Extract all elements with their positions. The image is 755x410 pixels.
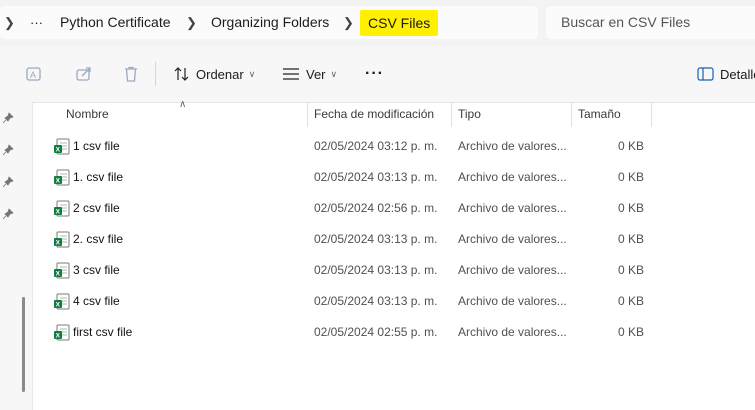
- column-date[interactable]: Fecha de modificación: [314, 102, 434, 127]
- svg-text:A: A: [30, 70, 36, 80]
- file-size: 0 KB: [617, 139, 644, 153]
- file-date: 02/05/2024 02:55 p. m.: [314, 325, 438, 339]
- pin-icon: [2, 144, 14, 156]
- navigation-pane[interactable]: [0, 102, 33, 410]
- search-input[interactable]: Buscar en CSV Files: [546, 6, 755, 39]
- svg-text:X: X: [56, 333, 61, 340]
- file-type: Archivo de valores...: [458, 201, 567, 215]
- pin-icon: [2, 208, 14, 220]
- file-type: Archivo de valores...: [458, 325, 567, 339]
- breadcrumb[interactable]: ❯ ··· Python Certificate ❯ Organizing Fo…: [0, 6, 538, 39]
- file-date: 02/05/2024 03:13 p. m.: [314, 263, 438, 277]
- column-size[interactable]: Tamaño: [578, 102, 621, 127]
- sort-icon: [173, 66, 190, 82]
- excel-csv-icon: X: [54, 200, 70, 217]
- file-name: 3 csv file: [73, 263, 120, 277]
- file-date: 02/05/2024 03:12 p. m.: [314, 139, 438, 153]
- svg-text:X: X: [56, 271, 61, 278]
- column-header: ∧ Nombre Fecha de modificación Tipo Tama…: [33, 99, 755, 127]
- file-row[interactable]: X 1. csv file 02/05/2024 03:13 p. m. Arc…: [33, 162, 755, 193]
- breadcrumb-current[interactable]: CSV Files: [360, 10, 439, 36]
- file-name: 4 csv file: [73, 294, 120, 308]
- details-label: Detalle: [720, 66, 755, 82]
- file-date: 02/05/2024 03:13 p. m.: [314, 170, 438, 184]
- file-row[interactable]: X first csv file 02/05/2024 02:55 p. m. …: [33, 317, 755, 348]
- sort-button[interactable]: Ordenar ∨: [173, 46, 255, 102]
- file-date: 02/05/2024 03:13 p. m.: [314, 294, 438, 308]
- column-divider[interactable]: [571, 102, 572, 127]
- details-pane-button[interactable]: Detalle: [697, 46, 755, 102]
- svg-text:X: X: [56, 147, 61, 154]
- file-name: 1. csv file: [73, 170, 124, 184]
- file-type: Archivo de valores...: [458, 232, 567, 246]
- command-bar: A Ordenar ∨ Ver ∨ ··· Detalle: [0, 46, 755, 103]
- delete-icon[interactable]: [122, 46, 140, 102]
- pin-icon: [2, 176, 14, 188]
- file-type: Archivo de valores...: [458, 139, 567, 153]
- view-icon: [283, 68, 299, 80]
- details-pane-icon: [697, 67, 714, 81]
- column-divider[interactable]: [451, 102, 452, 127]
- file-row[interactable]: X 1 csv file 02/05/2024 03:12 p. m. Arch…: [33, 131, 755, 162]
- share-icon[interactable]: [75, 46, 93, 102]
- file-type: Archivo de valores...: [458, 170, 567, 184]
- chevron-down-icon: ∨: [248, 68, 256, 79]
- excel-csv-icon: X: [54, 324, 70, 341]
- file-name: 1 csv file: [73, 139, 120, 153]
- chevron-right-icon[interactable]: ❯: [186, 6, 197, 39]
- column-divider[interactable]: [651, 102, 652, 127]
- file-size: 0 KB: [617, 201, 644, 215]
- file-type: Archivo de valores...: [458, 294, 567, 308]
- search-placeholder: Buscar en CSV Files: [561, 14, 691, 30]
- excel-csv-icon: X: [54, 138, 70, 155]
- excel-csv-icon: X: [54, 231, 70, 248]
- rename-icon[interactable]: A: [25, 46, 43, 102]
- chevron-right-icon[interactable]: ❯: [343, 6, 354, 39]
- svg-text:X: X: [56, 209, 61, 216]
- address-bar: ❯ ··· Python Certificate ❯ Organizing Fo…: [0, 0, 755, 46]
- file-size: 0 KB: [617, 325, 644, 339]
- excel-csv-icon: X: [54, 262, 70, 279]
- file-size: 0 KB: [617, 294, 644, 308]
- file-row[interactable]: X 3 csv file 02/05/2024 03:13 p. m. Arch…: [33, 255, 755, 286]
- file-date: 02/05/2024 02:56 p. m.: [314, 201, 438, 215]
- chevron-down-icon: ∨: [330, 68, 338, 79]
- toolbar-divider: [155, 62, 156, 86]
- svg-text:X: X: [56, 178, 61, 185]
- file-size: 0 KB: [617, 232, 644, 246]
- column-divider[interactable]: [307, 102, 308, 127]
- sort-ascending-icon: ∧: [179, 99, 187, 110]
- file-date: 02/05/2024 03:13 p. m.: [314, 232, 438, 246]
- file-row[interactable]: X 2 csv file 02/05/2024 02:56 p. m. Arch…: [33, 193, 755, 224]
- navigation-scrollbar[interactable]: [22, 297, 25, 392]
- sort-label: Ordenar: [196, 66, 244, 82]
- svg-text:X: X: [56, 302, 61, 309]
- excel-csv-icon: X: [54, 169, 70, 186]
- file-name: first csv file: [73, 325, 133, 339]
- column-type[interactable]: Tipo: [458, 102, 481, 127]
- view-button[interactable]: Ver ∨: [283, 46, 337, 102]
- file-type: Archivo de valores...: [458, 263, 567, 277]
- more-options-button[interactable]: ···: [365, 46, 384, 102]
- breadcrumb-item[interactable]: Organizing Folders: [211, 6, 329, 39]
- excel-csv-icon: X: [54, 293, 70, 310]
- file-row[interactable]: X 4 csv file 02/05/2024 03:13 p. m. Arch…: [33, 286, 755, 317]
- chevron-right-icon[interactable]: ❯: [4, 6, 15, 39]
- file-row[interactable]: X 2. csv file 02/05/2024 03:13 p. m. Arc…: [33, 224, 755, 255]
- breadcrumb-item[interactable]: Python Certificate: [60, 6, 171, 39]
- column-name[interactable]: Nombre: [66, 102, 109, 127]
- file-name: 2 csv file: [73, 201, 120, 215]
- breadcrumb-more-button[interactable]: ···: [30, 6, 43, 39]
- svg-text:X: X: [56, 240, 61, 247]
- file-size: 0 KB: [617, 263, 644, 277]
- file-size: 0 KB: [617, 170, 644, 184]
- pin-icon: [2, 112, 14, 124]
- view-label: Ver: [306, 66, 326, 82]
- file-name: 2. csv file: [73, 232, 124, 246]
